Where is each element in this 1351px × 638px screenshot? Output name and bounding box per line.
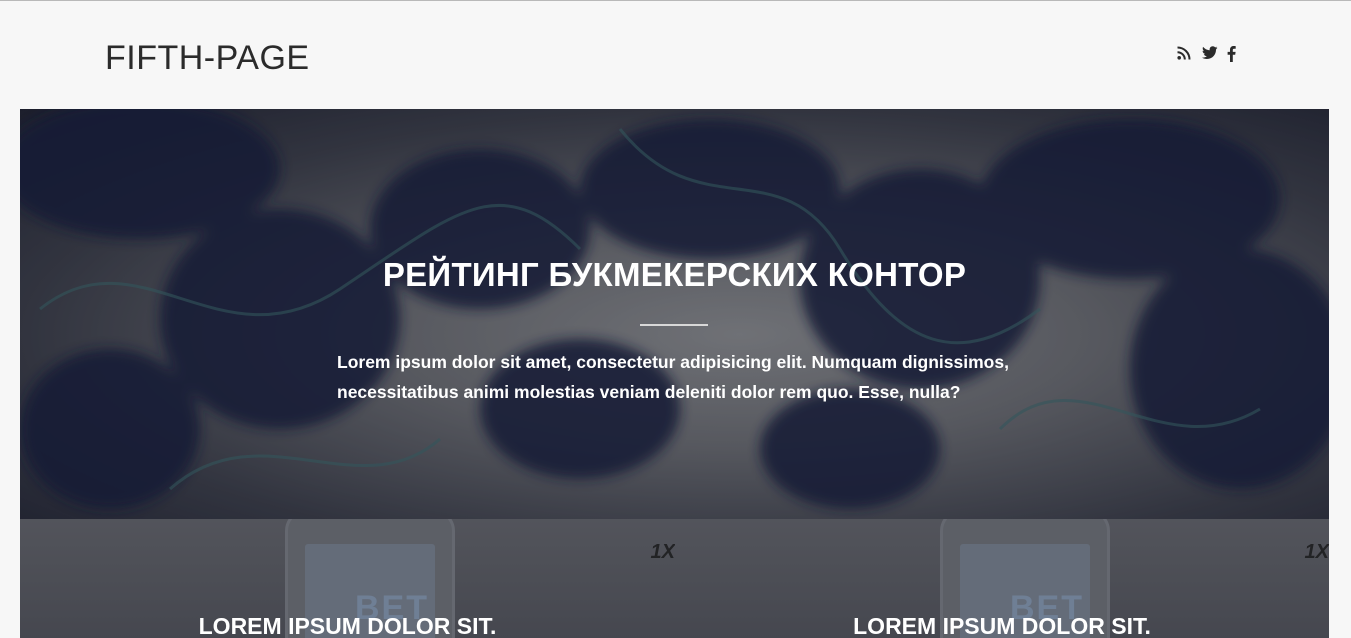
bookmaker-card-2[interactable]: BET 1X LOREM IPSUM DOLOR SIT.	[675, 519, 1329, 638]
card-title[interactable]: LOREM IPSUM DOLOR SIT.	[675, 613, 1329, 638]
site-header: FIFTH-PAGE	[0, 1, 1351, 109]
social-links	[1177, 46, 1243, 64]
site-logo[interactable]: FIFTH-PAGE	[105, 39, 310, 78]
hero-title: РЕЙТИНГ БУКМЕКЕРСКИХ КОНТОР	[382, 256, 967, 293]
rss-icon[interactable]	[1177, 46, 1193, 64]
hero-divider	[640, 324, 708, 326]
twitter-icon[interactable]	[1202, 46, 1218, 64]
hero-banner: РЕЙТИНГ БУКМЕКЕРСКИХ КОНТОР Lorem ipsum …	[20, 109, 1329, 519]
card-title[interactable]: LOREM IPSUM DOLOR SIT.	[20, 613, 675, 638]
bookmaker-card-1[interactable]: BET 1X LOREM IPSUM DOLOR SIT.	[20, 519, 675, 638]
hero-overlay	[20, 109, 1329, 519]
facebook-icon[interactable]	[1227, 46, 1243, 64]
hero-description: Lorem ipsum dolor sit amet, consectetur …	[337, 352, 1009, 402]
